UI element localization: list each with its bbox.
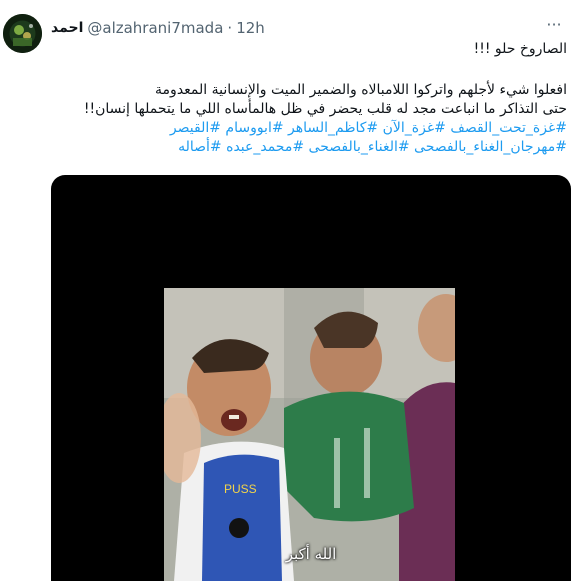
avatar[interactable] (3, 14, 42, 53)
avatar-image (3, 14, 42, 53)
tweet-line-3: حتى التذاكر ما انباعت مجد له قلب يحضر في… (83, 101, 567, 117)
tweet-text: الصاروخ حلو !!! افعلوا شيء لأجلهم واتركو… (51, 38, 567, 157)
hashtag-link[interactable]: #غزة_تحت_القصف #غزة_الآن #كاظم_الساهر #ا… (170, 120, 567, 136)
video-thumbnail: PUSS (164, 288, 455, 581)
separator-dot: · (227, 19, 233, 37)
video-player[interactable]: PUSS الله أكبر (51, 175, 571, 581)
hashtag-link[interactable]: #مهرجان_الغناء_بالفصحى #الغناء_بالفصحى #… (178, 139, 567, 155)
hashtags-line-2: #مهرجان_الغناء_بالفصحى #الغناء_بالفصحى #… (51, 138, 567, 157)
tweet-line-2: افعلوا شيء لأجلهم واتركوا اللامبالاه وال… (155, 82, 567, 98)
display-name[interactable]: احمد (51, 20, 83, 36)
hashtags-line-1: #غزة_تحت_القصف #غزة_الآن #كاظم_الساهر #ا… (51, 119, 567, 138)
svg-text:PUSS: PUSS (224, 482, 257, 496)
user-handle[interactable]: @alzahrani7mada (87, 19, 223, 37)
timestamp[interactable]: 12h (236, 19, 265, 37)
tweet-line-1: الصاروخ حلو !!! (473, 41, 567, 57)
tweet-header: احمد @alzahrani7mada · 12h (51, 18, 265, 38)
video-caption: الله أكبر (285, 545, 337, 563)
more-options-icon[interactable]: ··· (543, 17, 565, 38)
tweet-card[interactable]: احمد @alzahrani7mada · 12h ··· الصاروخ ح… (0, 0, 575, 581)
video-frame[interactable]: PUSS (164, 288, 455, 581)
